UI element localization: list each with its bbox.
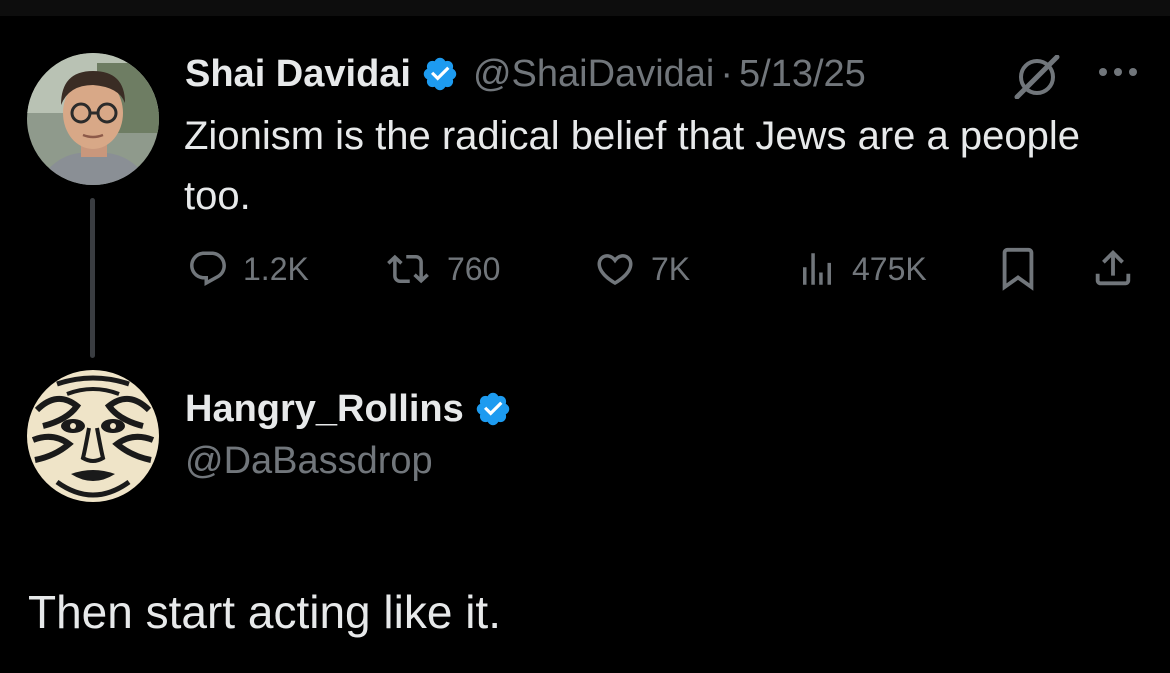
author-avatar[interactable] (27, 53, 159, 185)
reply-button[interactable]: 1.2K (187, 246, 309, 292)
like-count: 7K (651, 250, 691, 287)
reply-count: 1.2K (243, 250, 309, 287)
reply-author-avatar[interactable] (27, 370, 159, 502)
verified-badge-icon (421, 55, 459, 93)
reply-icon (190, 251, 226, 286)
reply-verified-badge-icon (474, 390, 512, 428)
tweet-text: Zionism is the radical belief that Jews … (184, 114, 1081, 218)
reply-author-handle[interactable]: @DaBassdrop (185, 440, 433, 483)
reply-author-display-name[interactable]: Hangry_Rollins (185, 388, 464, 431)
avatar-portrait-image (27, 53, 159, 185)
tweet-header: Shai Davidai @ShaiDavidai · 5/13/25 (185, 50, 866, 98)
like-icon (597, 254, 633, 286)
grok-icon[interactable] (1013, 54, 1061, 100)
tweet-date[interactable]: 5/13/25 (739, 53, 866, 96)
bookmark-icon[interactable] (998, 246, 1038, 292)
author-handle[interactable]: @ShaiDavidai (473, 53, 714, 96)
repost-button[interactable]: 760 (383, 246, 500, 292)
more-options-icon[interactable] (1096, 64, 1140, 80)
repost-icon (387, 254, 429, 284)
repost-count: 760 (447, 250, 501, 287)
reply-tweet-text: Then start acting like it. (28, 586, 501, 638)
views-count: 475K (852, 250, 927, 287)
top-status-strip (0, 0, 1170, 16)
avatar-face-artwork-image (27, 370, 159, 502)
reply-tweet-header: Hangry_Rollins (185, 385, 512, 433)
author-display-name[interactable]: Shai Davidai (185, 53, 411, 96)
views-icon (803, 253, 831, 285)
share-icon[interactable] (1090, 244, 1136, 292)
views-button[interactable]: 475K (796, 246, 927, 292)
like-button[interactable]: 7K (593, 246, 690, 292)
thread-connector-line (90, 198, 95, 358)
separator-dot: · (720, 52, 733, 95)
